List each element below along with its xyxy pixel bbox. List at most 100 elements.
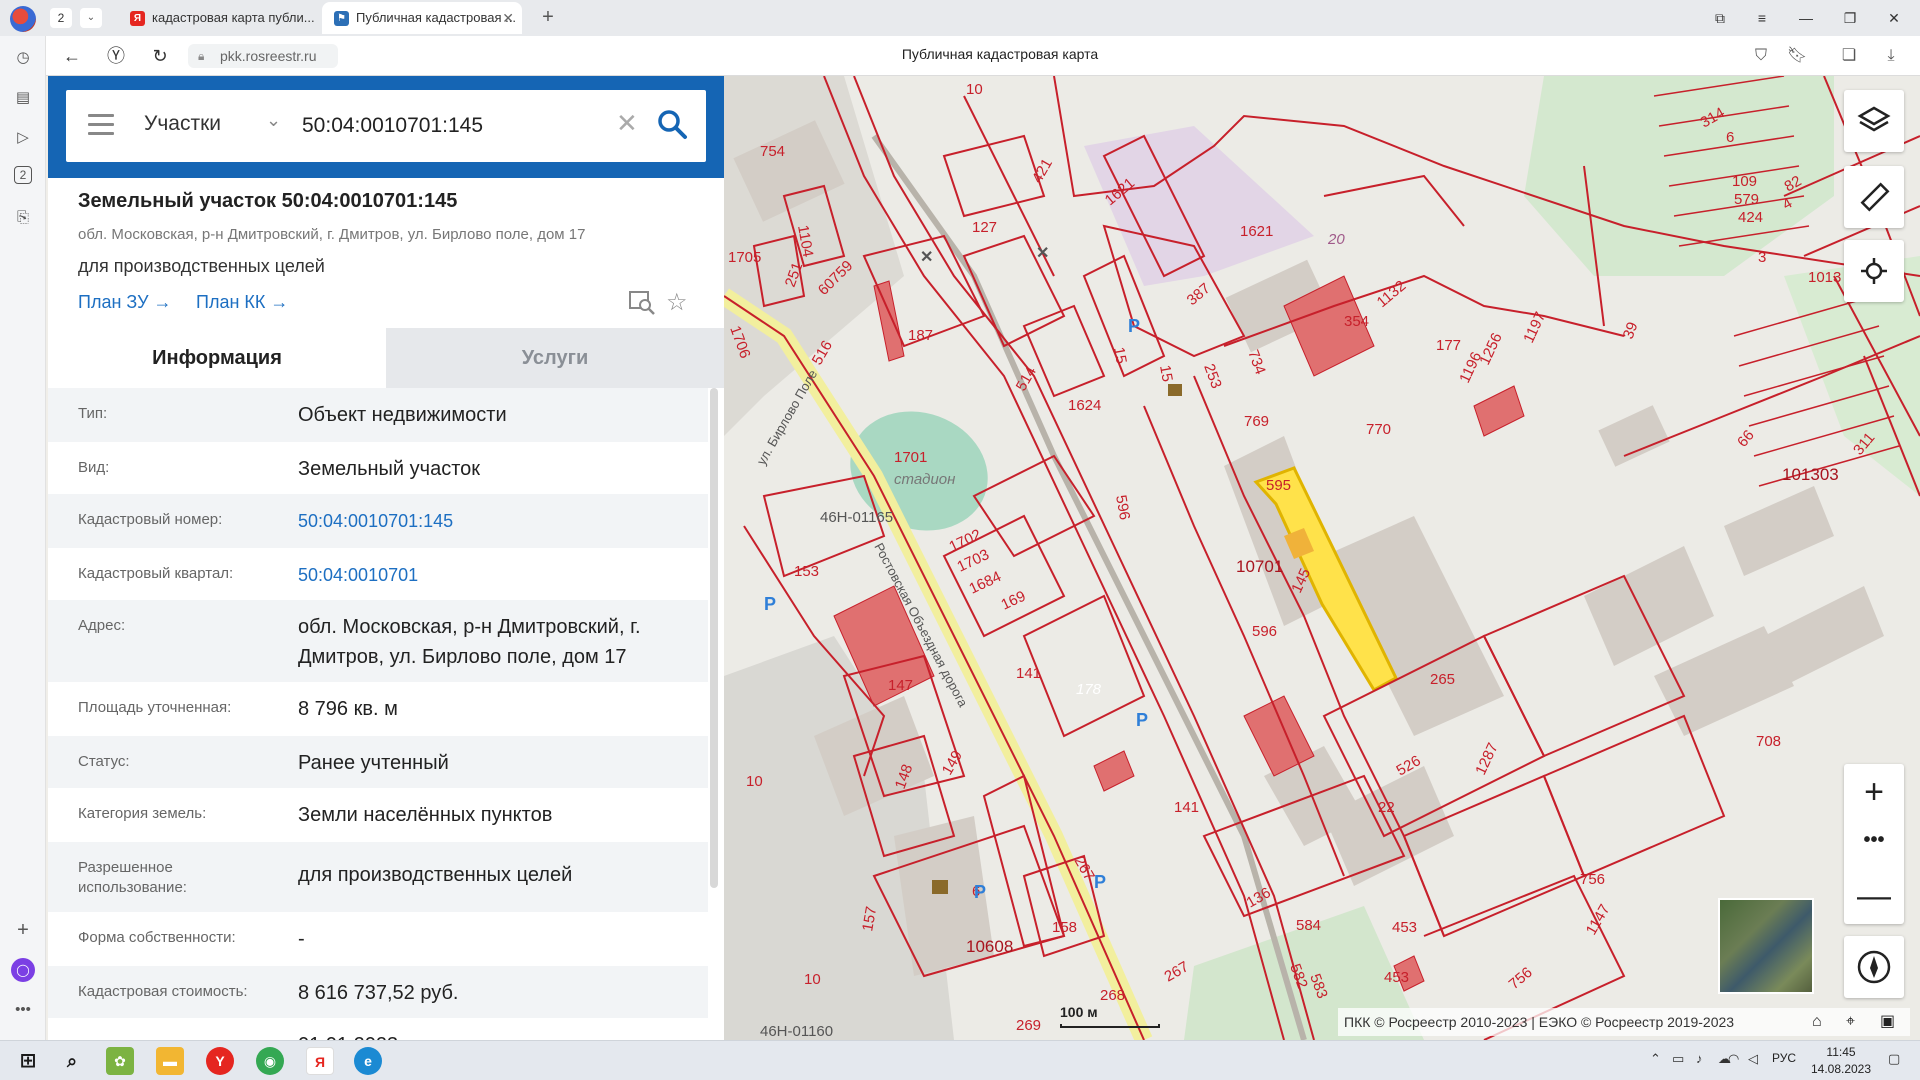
address-bar[interactable]: 🔒︎ pkk.rosreestr.ru bbox=[188, 44, 338, 68]
search-icon[interactable] bbox=[654, 106, 690, 142]
object-title: Земельный участок 50:04:0010701:145 bbox=[78, 190, 458, 212]
clear-search-icon[interactable]: ✕ bbox=[616, 108, 638, 139]
cadastral-map[interactable]: 10701 10608 101303 145 46Н-01165 46Н-011… bbox=[724, 76, 1920, 1040]
road-label: 46Н-01160 bbox=[760, 1023, 833, 1040]
cadastral-number-link[interactable]: 50:04:0010701:145 bbox=[298, 506, 688, 536]
chevron-down-icon[interactable]: ⌄ bbox=[266, 110, 281, 131]
tabs-count-icon[interactable]: 2 bbox=[14, 166, 32, 184]
tray-chevron-icon[interactable]: ⌃ bbox=[1650, 1051, 1661, 1067]
svg-text:127: 127 bbox=[972, 219, 997, 236]
browser-logo-icon[interactable] bbox=[10, 6, 36, 32]
zoom-out-button[interactable]: — bbox=[1844, 868, 1904, 924]
info-label: Тип: bbox=[78, 405, 108, 422]
file-explorer-icon[interactable]: ▬ bbox=[156, 1047, 184, 1075]
yandex-browser-icon[interactable]: Y bbox=[206, 1047, 234, 1075]
close-tab-icon[interactable]: ✕ bbox=[502, 2, 514, 34]
tab-services[interactable]: Услуги bbox=[386, 328, 724, 388]
back-button[interactable]: ← bbox=[58, 42, 86, 70]
play-icon[interactable]: ▷ bbox=[11, 126, 35, 150]
yandex-app-icon[interactable]: Я bbox=[306, 1047, 334, 1075]
browser-menu-icon[interactable]: ≡ bbox=[1744, 4, 1780, 32]
minimize-button[interactable]: — bbox=[1788, 4, 1824, 32]
svg-text:265: 265 bbox=[1430, 671, 1455, 688]
object-address: обл. Московская, р-н Дмитровский, г. Дми… bbox=[78, 226, 586, 243]
app-paw-icon[interactable]: ✿ bbox=[106, 1047, 134, 1075]
reload-button[interactable]: ↻ bbox=[146, 42, 174, 70]
svg-text:1705: 1705 bbox=[728, 249, 761, 266]
favorite-star-icon[interactable]: ☆ bbox=[666, 288, 688, 317]
window-icon[interactable]: ▣ bbox=[1880, 1008, 1895, 1036]
info-value: Земельный участок bbox=[298, 458, 481, 480]
alice-assistant-icon[interactable]: ◯ bbox=[11, 958, 35, 982]
measure-button[interactable] bbox=[1844, 166, 1904, 228]
browser-toolbar: ← Ⓨ ↻ 🔒︎ pkk.rosreestr.ru Публичная када… bbox=[0, 36, 1920, 76]
tray-clock[interactable]: 11:45 14.08.2023 bbox=[1806, 1044, 1876, 1078]
tab-information[interactable]: Информация bbox=[48, 328, 386, 388]
browser-tab-bar: 2 ⌄ Я кадастровая карта публи... ⚑ Публи… bbox=[0, 0, 1920, 36]
hamburger-menu-icon[interactable] bbox=[88, 114, 114, 136]
tray-language[interactable]: РУС bbox=[1772, 1051, 1796, 1065]
svg-text:595: 595 bbox=[1266, 477, 1291, 494]
search-input[interactable] bbox=[302, 106, 582, 146]
compass-icon bbox=[1857, 950, 1891, 984]
tray-mic-icon[interactable]: ♪ bbox=[1696, 1051, 1703, 1066]
notes-icon[interactable]: ▤ bbox=[11, 86, 35, 110]
close-window-button[interactable]: ✕ bbox=[1876, 4, 1912, 32]
library-icon bbox=[932, 880, 948, 894]
notifications-icon[interactable]: ▢ bbox=[1888, 1051, 1900, 1067]
satellite-minimap[interactable] bbox=[1718, 898, 1814, 994]
chrome-icon[interactable]: ◉ bbox=[256, 1047, 284, 1075]
more-icon[interactable]: ••• bbox=[11, 998, 35, 1022]
search-taskbar-icon[interactable]: ⌕ bbox=[58, 1047, 86, 1075]
tray-wifi-icon[interactable]: ◠ bbox=[1728, 1051, 1739, 1067]
yandex-home-icon[interactable]: Ⓨ bbox=[102, 42, 130, 70]
bookmark-icon[interactable]: 🔖︎ bbox=[1784, 44, 1810, 68]
svg-text:584: 584 bbox=[1296, 917, 1321, 934]
svg-text:769: 769 bbox=[1244, 413, 1269, 430]
info-label: Кадастровый номер: bbox=[78, 511, 223, 528]
bookmark-manager-icon[interactable]: ⧉ bbox=[1702, 4, 1738, 32]
tab-public-cadastral-map[interactable]: ⚑ Публичная кадастровая ... ✕ bbox=[322, 2, 522, 34]
plan-kk-link[interactable]: План КК → bbox=[196, 292, 288, 313]
downloads-icon[interactable]: ⤓ bbox=[1878, 44, 1904, 68]
info-row-kind: Вид: Земельный участок bbox=[48, 442, 708, 494]
zoom-in-button[interactable]: + bbox=[1844, 764, 1904, 820]
screenshot-icon[interactable]: ⎘ bbox=[11, 206, 35, 230]
find-on-map-icon[interactable] bbox=[628, 290, 656, 316]
svg-text:10: 10 bbox=[804, 971, 821, 988]
search-box: Участки ⌄ ✕ bbox=[66, 90, 706, 162]
layers-button[interactable] bbox=[1844, 90, 1904, 152]
tab-count-badge[interactable]: 2 bbox=[50, 8, 72, 28]
protect-shield-icon[interactable]: ⛉ bbox=[1748, 44, 1774, 68]
info-row-type: Тип: Объект недвижимости bbox=[48, 388, 708, 442]
svg-text:708: 708 bbox=[1756, 733, 1781, 750]
svg-text:141: 141 bbox=[1016, 665, 1041, 682]
info-row-land-category: Категория земель: Земли населённых пункт… bbox=[48, 788, 708, 842]
locate-button[interactable] bbox=[1844, 240, 1904, 302]
tab-cadastral-search[interactable]: Я кадастровая карта публи... bbox=[118, 2, 318, 34]
search-type-select[interactable]: Участки bbox=[144, 112, 221, 136]
tray-date: 14.08.2023 bbox=[1810, 1062, 1872, 1076]
cadastral-quarter-link[interactable]: 50:04:0010701 bbox=[298, 560, 688, 590]
restore-button[interactable]: ❐ bbox=[1832, 4, 1868, 32]
edge-icon[interactable]: e bbox=[354, 1047, 382, 1075]
svg-text:1701: 1701 bbox=[894, 449, 927, 466]
tray-meet-icon[interactable]: ▭ bbox=[1672, 1051, 1684, 1067]
new-tab-button[interactable]: + bbox=[536, 6, 560, 30]
plan-zu-link[interactable]: План ЗУ → bbox=[78, 292, 172, 313]
crosshair-small-icon[interactable]: ⌖ bbox=[1846, 1008, 1855, 1036]
zoom-more-button[interactable]: ••• bbox=[1844, 820, 1904, 868]
compass-button[interactable] bbox=[1844, 936, 1904, 998]
home-icon[interactable]: ⌂ bbox=[1812, 1008, 1822, 1036]
history-icon[interactable]: ◷ bbox=[11, 46, 35, 70]
svg-text:754: 754 bbox=[760, 143, 785, 160]
windows-start-icon[interactable]: ⊞ bbox=[14, 1047, 42, 1075]
info-row-area: Площадь уточненная: 8 796 кв. м bbox=[48, 682, 708, 736]
tray-volume-icon[interactable]: ◁ bbox=[1748, 1051, 1758, 1067]
panel-scrollbar[interactable] bbox=[710, 388, 718, 888]
info-tabs: Информация Услуги bbox=[48, 328, 724, 388]
collections-icon[interactable]: ❏ bbox=[1836, 44, 1862, 68]
add-panel-icon[interactable]: + bbox=[11, 918, 35, 942]
tabs-menu-chevron-icon[interactable]: ⌄ bbox=[80, 8, 102, 28]
parking-icon: P bbox=[974, 882, 986, 902]
